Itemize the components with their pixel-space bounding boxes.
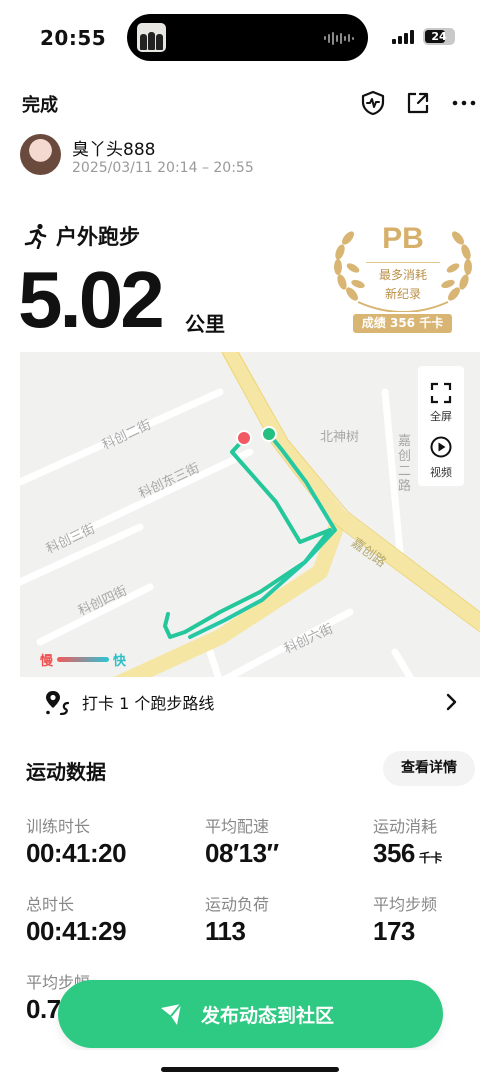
legend-fast: 快 bbox=[113, 654, 127, 669]
view-details-button[interactable]: 查看详情 bbox=[383, 751, 475, 786]
stat-label: 总时长 bbox=[26, 895, 75, 914]
activity-datetime: 2025/03/11 20:14 – 20:55 bbox=[72, 160, 254, 176]
avatar[interactable] bbox=[20, 134, 61, 175]
legend-slow: 慢 bbox=[40, 654, 54, 669]
fullscreen-icon[interactable] bbox=[430, 382, 452, 404]
map-label: 北神树 bbox=[320, 430, 360, 445]
fullscreen-label[interactable]: 全屏 bbox=[418, 408, 464, 424]
username: 臭丫头888 bbox=[72, 140, 156, 160]
running-icon bbox=[24, 223, 47, 249]
chevron-right-icon bbox=[446, 693, 457, 711]
stat-value: 0.7 bbox=[26, 994, 61, 1024]
route-checkin-link[interactable]: 打卡 1 个跑步路线 bbox=[20, 677, 480, 727]
more-icon[interactable] bbox=[451, 90, 477, 116]
stat-unit: 千卡 bbox=[418, 851, 443, 865]
map-canvas bbox=[20, 352, 480, 727]
battery-level: 24 bbox=[431, 30, 447, 43]
distance-unit: 公里 bbox=[185, 312, 225, 336]
stat-label: 训练时长 bbox=[26, 817, 91, 836]
stat-value: 08′13″ bbox=[205, 838, 279, 868]
shield-pulse-icon[interactable] bbox=[360, 90, 386, 116]
done-button[interactable]: 完成 bbox=[22, 91, 58, 117]
pb-line1: 最多消耗 bbox=[378, 268, 427, 282]
publish-label: 发布动态到社区 bbox=[201, 1005, 335, 1027]
map-label: 嘉创二路 bbox=[398, 434, 412, 494]
route-map[interactable]: 科创二街 科创东三街 科创三街 科创四街 北神树 嘉创二路 嘉创路 科创六街 全… bbox=[20, 352, 480, 727]
distance-value: 5.02 bbox=[18, 255, 165, 344]
now-playing-artwork bbox=[137, 23, 166, 52]
video-label[interactable]: 视频 bbox=[418, 464, 464, 480]
clock: 20:55 bbox=[40, 26, 107, 50]
route-checkin-text: 打卡 1 个跑步路线 bbox=[82, 694, 215, 713]
stat-label: 平均步频 bbox=[373, 895, 438, 914]
stat-calories: 356 千卡 bbox=[373, 838, 442, 869]
pace-gradient-bar bbox=[57, 657, 110, 662]
map-controls: 全屏 视频 bbox=[418, 366, 464, 486]
pb-divider bbox=[366, 262, 440, 263]
send-icon bbox=[161, 1003, 182, 1025]
audio-wave-icon bbox=[324, 31, 354, 45]
stat-label: 平均配速 bbox=[205, 817, 270, 836]
activity-type: 户外跑步 bbox=[56, 225, 140, 249]
route-pin-icon bbox=[46, 691, 70, 715]
dynamic-island[interactable] bbox=[127, 14, 368, 61]
battery-icon: 24 bbox=[423, 28, 455, 45]
share-icon[interactable] bbox=[405, 90, 431, 116]
home-indicator bbox=[161, 1067, 339, 1072]
play-video-icon[interactable] bbox=[430, 436, 452, 458]
stat-value: 356 bbox=[373, 838, 415, 868]
stat-label: 运动负荷 bbox=[205, 895, 270, 914]
stat-value: 113 bbox=[205, 916, 246, 946]
pb-result: 成绩 356 千卡 bbox=[353, 314, 452, 333]
pb-line2: 新纪录 bbox=[384, 287, 421, 301]
pb-badge[interactable]: PB 最多消耗 新纪录 成绩 356 千卡 bbox=[328, 222, 478, 334]
stats-section-title: 运动数据 bbox=[26, 760, 106, 784]
signal-icon bbox=[392, 30, 414, 44]
stat-value: 173 bbox=[373, 916, 415, 946]
pb-title: PB bbox=[382, 222, 424, 255]
status-bar: 20:55 24 bbox=[0, 0, 500, 75]
stat-label: 运动消耗 bbox=[373, 817, 438, 836]
stat-value: 00:41:29 bbox=[26, 916, 127, 946]
pace-legend: 慢 快 bbox=[40, 650, 126, 669]
publish-to-community-button[interactable]: 发布动态到社区 bbox=[58, 980, 443, 1048]
stat-value: 00:41:20 bbox=[26, 838, 127, 868]
